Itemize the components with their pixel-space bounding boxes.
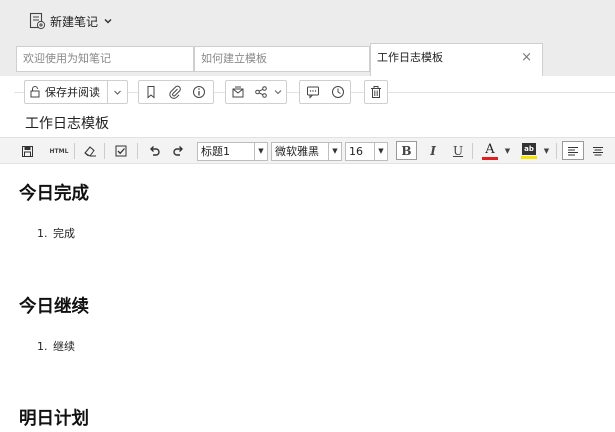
clock-icon[interactable]: [325, 81, 350, 103]
heading-select[interactable]: 标题1 ▼: [197, 142, 268, 161]
share-icon[interactable]: [250, 81, 272, 103]
list-item-text: 完成: [53, 227, 75, 240]
tab-work-log-template[interactable]: 工作日志模板 ×: [370, 43, 543, 76]
chevron-down-icon: [102, 15, 114, 27]
font-size-select[interactable]: 16 ▼: [345, 142, 388, 161]
font-family-select[interactable]: 微软雅黑 ▼: [271, 142, 342, 161]
comment-icon[interactable]: [300, 81, 325, 103]
note-title[interactable]: 工作日志模板: [25, 113, 109, 133]
tab-strip: 欢迎使用为知笔记 如何建立模板 工作日志模板 ×: [0, 42, 615, 76]
share-group: [225, 80, 287, 104]
checkbox-icon[interactable]: [111, 141, 131, 161]
font-size-value: 16: [349, 145, 363, 158]
lock-icon: [25, 81, 45, 103]
list-item: 1. 完成: [37, 225, 75, 241]
align-center-icon[interactable]: [590, 141, 606, 161]
font-color-label: A: [485, 142, 495, 157]
list-item-text: 继续: [53, 340, 75, 353]
tab-how-to-template[interactable]: 如何建立模板: [194, 46, 370, 72]
underline-button[interactable]: U: [449, 141, 467, 161]
html-source-button[interactable]: HTML: [47, 141, 71, 161]
highlight-swatch: [521, 156, 537, 159]
note-tools-group: [138, 80, 214, 104]
chevron-down-icon: ▼: [328, 143, 341, 160]
action-toolbar: 保存并阅读: [0, 76, 615, 110]
save-icon[interactable]: [18, 141, 36, 161]
tab-welcome[interactable]: 欢迎使用为知笔记: [16, 46, 194, 72]
section-heading: 今日继续: [19, 297, 89, 317]
list-item: 1. 继续: [37, 338, 75, 354]
list-number: 1.: [37, 227, 48, 240]
chevron-down-icon[interactable]: [272, 81, 284, 103]
align-left-icon[interactable]: [562, 141, 584, 160]
top-bar: 新建笔记: [0, 0, 615, 42]
list-number: 1.: [37, 340, 48, 353]
font-color-button[interactable]: A: [479, 141, 501, 161]
chevron-down-icon[interactable]: ▼: [542, 141, 551, 161]
section-heading: 今日完成: [19, 184, 89, 204]
new-note-button[interactable]: 新建笔记: [28, 9, 114, 33]
chevron-down-icon[interactable]: ▼: [503, 141, 512, 161]
save-read-group: 保存并阅读: [24, 80, 128, 104]
undo-icon[interactable]: [145, 141, 163, 161]
tab-label: 如何建立模板: [201, 52, 267, 65]
redo-icon[interactable]: [170, 141, 188, 161]
paperclip-icon[interactable]: [163, 81, 187, 103]
new-note-icon: [28, 12, 46, 30]
eraser-icon[interactable]: [80, 141, 100, 161]
highlight-label: ab: [522, 143, 536, 155]
info-icon[interactable]: [187, 81, 211, 103]
section-heading: 明日计划: [19, 409, 89, 429]
delete-group: [364, 80, 388, 104]
tab-label: 欢迎使用为知笔记: [23, 52, 111, 65]
highlight-button[interactable]: ab: [518, 141, 540, 161]
tab-label: 工作日志模板: [377, 51, 443, 64]
close-icon[interactable]: ×: [521, 44, 532, 72]
save-and-read-button[interactable]: 保存并阅读: [45, 81, 107, 103]
chevron-down-icon[interactable]: [108, 81, 126, 103]
chevron-down-icon: ▼: [254, 143, 267, 160]
new-note-label: 新建笔记: [50, 14, 99, 29]
italic-button[interactable]: I: [424, 141, 442, 161]
bookmark-icon[interactable]: [139, 81, 163, 103]
trash-icon[interactable]: [365, 81, 387, 103]
comment-history-group: [299, 80, 351, 104]
format-toolbar: HTML 标题1 ▼ 微软雅黑 ▼ 16 ▼ B I U A ▼ ab ▼: [0, 137, 615, 164]
mail-icon[interactable]: [226, 81, 250, 103]
font-color-swatch: [482, 157, 498, 160]
heading-select-value: 标题1: [201, 145, 230, 158]
chevron-down-icon: ▼: [374, 143, 387, 160]
bold-button[interactable]: B: [396, 141, 417, 160]
font-select-value: 微软雅黑: [275, 145, 319, 158]
